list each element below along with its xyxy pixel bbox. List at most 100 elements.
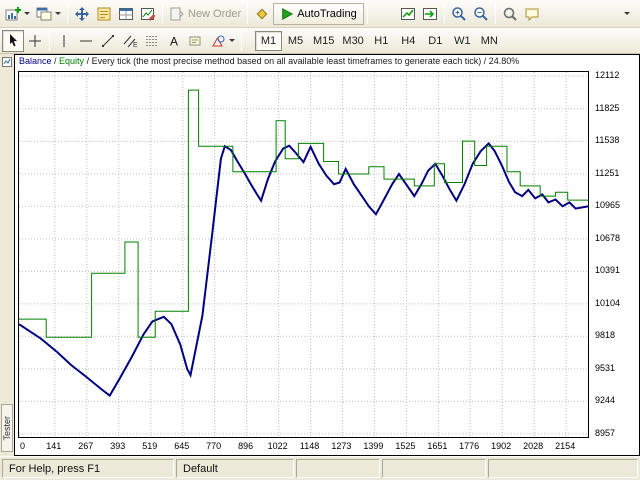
- plot-box: [18, 71, 589, 438]
- fibonacci-icon: [144, 33, 160, 49]
- new-chart-button[interactable]: [2, 3, 33, 25]
- search-button[interactable]: [499, 3, 521, 25]
- new-order-button[interactable]: New Order: [166, 3, 244, 25]
- x-axis-label: 896: [238, 441, 253, 451]
- status-section-4: [382, 459, 486, 478]
- line-studies-toolbar: E A M1 M5: [0, 28, 640, 54]
- zoom-in-button[interactable]: [448, 3, 470, 25]
- x-axis-label: 2028: [523, 441, 543, 451]
- crosshair-icon: [27, 33, 43, 49]
- workspace: Tester Balance / Equity / Every tick (th…: [0, 54, 640, 456]
- x-axis-label: 1022: [268, 441, 288, 451]
- status-help-text: For Help, press F1: [2, 459, 174, 478]
- expert-advisors-button[interactable]: [251, 3, 273, 25]
- trendline-button[interactable]: [97, 30, 119, 52]
- data-window-button[interactable]: [93, 3, 115, 25]
- svg-text:A: A: [170, 34, 178, 48]
- x-axis-label: 1776: [459, 441, 479, 451]
- timeframe-mn-button[interactable]: MN: [476, 31, 503, 51]
- text-label-button[interactable]: [185, 30, 207, 52]
- mt4-window: New Order AutoTrading: [0, 0, 640, 480]
- crosshair-button[interactable]: [24, 30, 46, 52]
- green-chart-arrow-icon: [422, 6, 438, 22]
- vertical-line-button[interactable]: [53, 30, 75, 52]
- zoom-out-icon: [473, 6, 489, 22]
- timeframe-m15-button[interactable]: M15: [309, 31, 338, 51]
- terminal-button[interactable]: [137, 3, 159, 25]
- toolbar-overflow-button[interactable]: [616, 3, 638, 25]
- legend-separator: /: [84, 56, 92, 66]
- chevron-down-icon: [624, 12, 630, 15]
- chart-shift-button[interactable]: [397, 3, 419, 25]
- text-button[interactable]: A: [163, 30, 185, 52]
- legend-separator: /: [481, 56, 489, 66]
- fibonacci-button[interactable]: [141, 30, 163, 52]
- arrow-cursor-icon: [5, 33, 21, 49]
- equidistant-channel-button[interactable]: E: [119, 30, 141, 52]
- tester-panel-tab[interactable]: Tester: [1, 404, 13, 452]
- x-axis-label: 1651: [427, 441, 447, 451]
- timeframe-h4-button[interactable]: H4: [395, 31, 422, 51]
- x-axis-label: 1399: [363, 441, 383, 451]
- chevron-down-icon: [229, 39, 235, 42]
- x-axis-label: 1148: [300, 441, 319, 451]
- zoom-out-button[interactable]: [470, 3, 492, 25]
- x-axis-label: 519: [142, 441, 157, 451]
- chart-edit-icon: [140, 6, 156, 22]
- legend-balance-label: Balance: [19, 56, 52, 66]
- y-axis-label: 11825: [595, 103, 619, 113]
- play-icon: [280, 7, 294, 21]
- y-axis-label: 8957: [595, 428, 615, 438]
- standard-toolbar: New Order AutoTrading: [0, 0, 640, 28]
- legend-separator: /: [52, 56, 60, 66]
- toolbar-separator: [49, 31, 50, 51]
- y-axis-label: 9244: [595, 395, 615, 405]
- autoscroll-button[interactable]: [419, 3, 441, 25]
- timeframe-w1-button[interactable]: W1: [449, 31, 476, 51]
- horizontal-line-icon: [78, 33, 94, 49]
- y-axis-label: 10104: [595, 298, 620, 308]
- text-icon: A: [166, 33, 182, 49]
- timeframe-m5-button[interactable]: M5: [282, 31, 309, 51]
- profiles-icon: [36, 6, 52, 22]
- svg-text:E: E: [133, 42, 138, 49]
- x-axis-label: 2154: [555, 441, 575, 451]
- timeframe-h1-button[interactable]: H1: [368, 31, 395, 51]
- y-axis-label: 10678: [595, 233, 620, 243]
- y-axis-label: 10391: [595, 265, 620, 275]
- docked-panel-strip: Tester: [0, 54, 14, 456]
- search-icon: [502, 6, 518, 22]
- x-axis-label: 1273: [331, 441, 351, 451]
- cross-arrows-icon: [74, 6, 90, 22]
- horizontal-line-button[interactable]: [75, 30, 97, 52]
- status-section-3: [296, 459, 380, 478]
- profiles-button[interactable]: [33, 3, 64, 25]
- timeframe-d1-button[interactable]: D1: [422, 31, 449, 51]
- community-button[interactable]: [521, 3, 543, 25]
- diamond-icon: [254, 6, 270, 22]
- data-window-icon: [96, 6, 112, 22]
- equidistant-channel-icon: E: [122, 33, 138, 49]
- y-axis-label: 9531: [595, 363, 615, 373]
- navigator-button[interactable]: [115, 3, 137, 25]
- market-watch-button[interactable]: [71, 3, 93, 25]
- x-axis-label: 645: [174, 441, 189, 451]
- cursor-button[interactable]: [2, 30, 24, 52]
- timeframe-m30-button[interactable]: M30: [338, 31, 367, 51]
- autotrading-button[interactable]: AutoTrading: [273, 3, 364, 25]
- zoom-in-icon: [451, 6, 467, 22]
- tester-tab-label: Tester: [2, 416, 12, 441]
- status-profile[interactable]: Default: [176, 459, 294, 478]
- x-axis-label: 1902: [491, 441, 511, 451]
- green-chart-up-icon: [400, 6, 416, 22]
- y-axis: 8957924495319818101041039110678109651125…: [591, 71, 639, 438]
- y-axis-label: 11538: [595, 135, 619, 145]
- balance-equity-graph[interactable]: [19, 72, 588, 437]
- x-axis-label: 393: [110, 441, 125, 451]
- toolbar-separator: [67, 4, 68, 24]
- y-axis-label: 9818: [595, 330, 615, 340]
- shapes-button[interactable]: [207, 30, 238, 52]
- timeframe-m1-button[interactable]: M1: [255, 31, 282, 51]
- chevron-down-icon: [24, 12, 30, 15]
- legend-quality-value: 24.80%: [489, 56, 520, 66]
